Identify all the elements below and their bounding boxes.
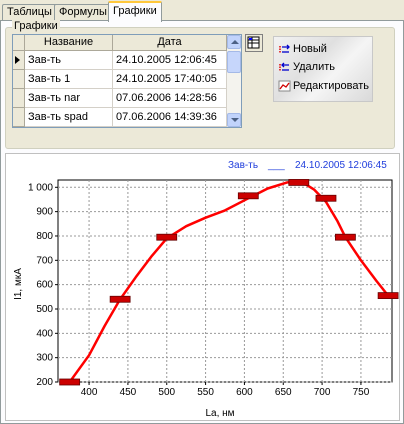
delete-label: Удалить bbox=[293, 61, 335, 73]
tab-formulas[interactable]: Формулы bbox=[54, 4, 112, 20]
data-point-marker bbox=[237, 192, 259, 200]
data-point-marker bbox=[156, 233, 178, 241]
data-point-marker bbox=[315, 194, 337, 202]
delete-icon bbox=[279, 62, 289, 71]
table-row[interactable]: Зав-ть 24.10.2005 12:06:45 bbox=[13, 51, 227, 70]
tab-charts[interactable]: Графики bbox=[108, 1, 162, 22]
grid-header: Название Дата bbox=[13, 35, 241, 51]
scroll-thumb[interactable] bbox=[227, 51, 241, 73]
table-row[interactable]: Зав-ть 1 24.10.2005 17:40:05 bbox=[13, 70, 227, 89]
x-tick-label: 400 bbox=[81, 387, 98, 398]
y-axis-label: I1, мкА bbox=[13, 268, 24, 300]
cell-name[interactable]: Зав-ть nar bbox=[25, 89, 113, 108]
y-tick-label: 400 bbox=[36, 328, 53, 339]
edit-label: Редактировать bbox=[293, 80, 369, 92]
data-point-marker bbox=[377, 292, 399, 300]
x-tick-label: 750 bbox=[353, 387, 370, 398]
tab-strip: Таблицы Формулы Графики bbox=[0, 0, 404, 22]
y-tick-label: 800 bbox=[36, 231, 53, 242]
row-indicator bbox=[13, 51, 25, 70]
edit-chart-icon bbox=[278, 80, 291, 92]
cell-date[interactable]: 24.10.2005 17:40:05 bbox=[113, 70, 227, 89]
x-tick-label: 450 bbox=[120, 387, 137, 398]
x-tick-label: 700 bbox=[314, 387, 331, 398]
data-point-marker bbox=[334, 233, 356, 241]
y-tick-label: 1 000 bbox=[28, 182, 53, 193]
chart-panel: Зав-ть ___ 24.10.2005 12:06:45 400 450 500… bbox=[5, 153, 400, 421]
plot-area: 400 450 500 550 600 650 700 750 200 300 400 500 600 7… bbox=[28, 179, 399, 398]
table-row[interactable]: Зав-ть nar 07.06.2006 14:28:56 bbox=[13, 89, 227, 108]
x-tick-label: 650 bbox=[275, 387, 292, 398]
y-tick-label: 700 bbox=[36, 255, 53, 266]
new-label: Новый bbox=[293, 43, 327, 55]
chart-toolbar: Новый Удалить Редактировать bbox=[273, 36, 373, 102]
arrow-up-icon bbox=[231, 40, 239, 44]
cell-date[interactable]: 24.10.2005 12:06:45 bbox=[113, 51, 227, 70]
column-header-date[interactable]: Дата bbox=[113, 35, 227, 51]
charts-grid[interactable]: Название Дата Зав-ть 24.10.2005 12:06:45… bbox=[12, 34, 242, 128]
row-indicator bbox=[13, 89, 25, 108]
x-tick-label: 550 bbox=[197, 387, 214, 398]
chart-header-separator: ___ bbox=[267, 160, 285, 171]
cell-name[interactable]: Зав-ть spad bbox=[25, 108, 113, 127]
grid-header-indicator bbox=[13, 35, 25, 51]
cell-date[interactable]: 07.06.2006 14:28:56 bbox=[113, 89, 227, 108]
data-point-marker bbox=[59, 378, 81, 386]
cell-name[interactable]: Зав-ть 1 bbox=[25, 70, 113, 89]
scroll-up-button[interactable] bbox=[227, 35, 241, 49]
y-tick-label: 300 bbox=[36, 353, 53, 364]
y-tick-label: 200 bbox=[36, 377, 53, 388]
y-tick-label: 500 bbox=[36, 304, 53, 315]
chart-header-name: Зав-ть bbox=[228, 160, 258, 171]
chart-svg: Зав-ть ___ 24.10.2005 12:06:45 400 450 500… bbox=[13, 160, 399, 419]
row-indicator bbox=[13, 108, 25, 127]
y-tick-label: 600 bbox=[36, 280, 53, 291]
grid-vertical-scrollbar[interactable] bbox=[227, 35, 241, 127]
data-point-marker bbox=[288, 179, 310, 186]
table-row[interactable]: Зав-ть spad 07.06.2006 14:39:36 bbox=[13, 108, 227, 127]
chart-header-timestamp: 24.10.2005 12:06:45 bbox=[295, 160, 387, 171]
cell-date[interactable]: 07.06.2006 14:39:36 bbox=[113, 108, 227, 127]
groupbox-caption: Графики bbox=[12, 20, 60, 32]
row-indicator bbox=[13, 70, 25, 89]
db-grid-icon bbox=[247, 36, 260, 49]
grid-options-button[interactable] bbox=[245, 34, 263, 52]
x-tick-label: 600 bbox=[236, 387, 253, 398]
column-header-name[interactable]: Название bbox=[25, 35, 113, 51]
x-axis-label: La, нм bbox=[205, 408, 234, 419]
cell-name[interactable]: Зав-ть bbox=[25, 51, 113, 70]
scroll-down-button[interactable] bbox=[227, 113, 241, 127]
y-tick-label: 900 bbox=[36, 207, 53, 218]
new-icon bbox=[279, 44, 290, 53]
current-row-pointer-icon bbox=[15, 56, 20, 64]
tab-tables[interactable]: Таблицы bbox=[2, 4, 57, 20]
x-tick-label: 500 bbox=[158, 387, 175, 398]
arrow-down-icon bbox=[231, 118, 239, 122]
data-point-marker bbox=[109, 295, 131, 303]
